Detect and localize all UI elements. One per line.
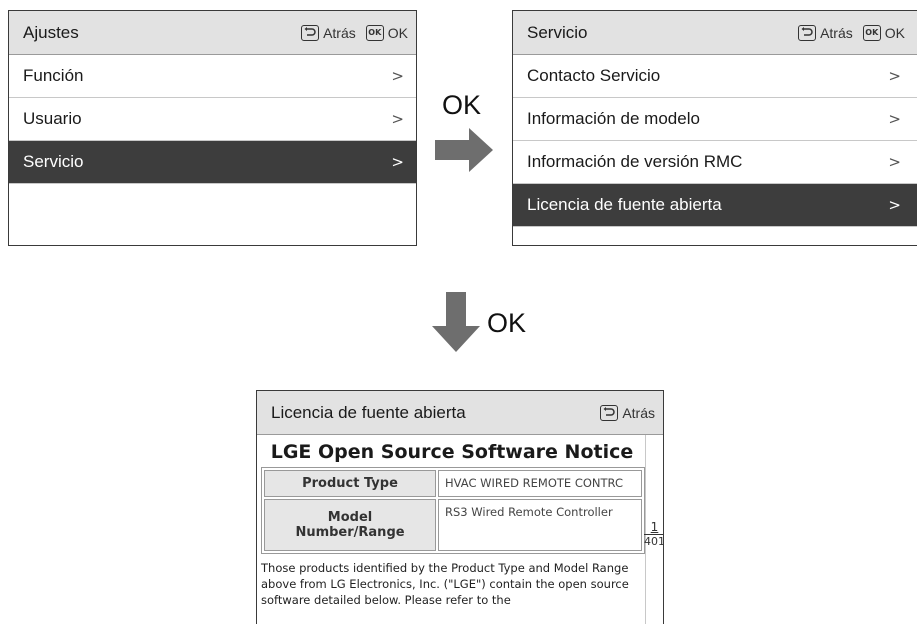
license-screen: Licencia de fuente abierta Atrás LGE Ope…	[256, 390, 664, 624]
table-row: Model Number/Range RS3 Wired Remote Cont…	[264, 499, 642, 551]
back-icon	[798, 24, 817, 41]
back-label: Atrás	[323, 24, 356, 41]
menu-item-informacion-version-rmc[interactable]: Información de versión RMC >	[513, 141, 917, 184]
license-body[interactable]: LGE Open Source Software Notice Product …	[257, 435, 663, 624]
menu-item-funcion[interactable]: Función >	[9, 55, 416, 98]
service-screen: Servicio Atrás OK OK Contacto Servicio >…	[512, 10, 917, 246]
table-value-cell: RS3 Wired Remote Controller	[438, 499, 642, 551]
product-table: Product Type HVAC WIRED REMOTE CONTRC Mo…	[261, 467, 645, 554]
chevron-right-icon: >	[888, 153, 901, 171]
screen-title: Ajustes	[23, 22, 79, 42]
arrow-right-icon	[435, 128, 493, 172]
table-value-cell: HVAC WIRED REMOTE CONTRC	[438, 470, 642, 497]
back-label: Atrás	[820, 24, 853, 41]
back-icon	[600, 404, 619, 421]
ok-button[interactable]: OK OK	[365, 24, 408, 41]
back-icon	[301, 24, 320, 41]
screen-header: Servicio Atrás OK OK	[513, 11, 917, 55]
chevron-right-icon: >	[391, 153, 404, 171]
menu-item-servicio[interactable]: Servicio >	[9, 141, 416, 184]
license-content: LGE Open Source Software Notice Product …	[257, 435, 645, 624]
chevron-right-icon: >	[888, 196, 901, 214]
page-indicator[interactable]: 1 401	[644, 435, 664, 624]
settings-screen: Ajustes Atrás OK OK Función > Usuario > …	[8, 10, 417, 246]
arrow-down-icon	[432, 292, 480, 352]
table-header-cell: Model Number/Range	[264, 499, 436, 551]
screen-header: Ajustes Atrás OK OK	[9, 11, 416, 55]
back-button[interactable]: Atrás	[600, 404, 655, 421]
menu-item-label: Función	[23, 66, 84, 85]
ok-label: OK	[387, 24, 408, 41]
chevron-right-icon: >	[888, 67, 901, 85]
menu-item-licencia-fuente-abierta[interactable]: Licencia de fuente abierta >	[513, 184, 917, 227]
screen-title: Licencia de fuente abierta	[271, 402, 466, 422]
menu-item-label: Usuario	[23, 109, 82, 128]
chevron-right-icon: >	[888, 110, 901, 128]
menu-item-usuario[interactable]: Usuario >	[9, 98, 416, 141]
back-label: Atrás	[622, 404, 655, 421]
screen-title: Servicio	[527, 22, 588, 42]
ok-key-icon: OK	[862, 24, 881, 41]
menu-item-label: Información de versión RMC	[527, 152, 743, 171]
screen-header: Licencia de fuente abierta Atrás	[257, 391, 663, 435]
page-total: 401	[644, 534, 664, 548]
ok-key-icon: OK	[365, 24, 384, 41]
ok-arrow-label-right: OK	[442, 90, 482, 120]
notice-title: LGE Open Source Software Notice	[270, 441, 634, 463]
chevron-right-icon: >	[391, 67, 404, 85]
table-row: Product Type HVAC WIRED REMOTE CONTRC	[264, 470, 642, 497]
menu-item-label: Licencia de fuente abierta	[527, 195, 722, 214]
chevron-right-icon: >	[391, 110, 404, 128]
table-header-cell: Product Type	[264, 470, 436, 497]
menu-item-contacto-servicio[interactable]: Contacto Servicio >	[513, 55, 917, 98]
menu-item-label: Servicio	[23, 152, 84, 171]
back-button[interactable]: Atrás	[798, 24, 853, 41]
license-paragraph: Those products identified by the Product…	[261, 561, 629, 607]
page-current: 1	[650, 520, 659, 534]
menu-item-label: Información de modelo	[527, 109, 700, 128]
menu-item-label: Contacto Servicio	[527, 66, 661, 85]
menu-item-informacion-modelo[interactable]: Información de modelo >	[513, 98, 917, 141]
ok-button[interactable]: OK OK	[862, 24, 905, 41]
back-button[interactable]: Atrás	[301, 24, 356, 41]
ok-arrow-label-down: OK	[487, 308, 527, 338]
ok-label: OK	[884, 24, 905, 41]
